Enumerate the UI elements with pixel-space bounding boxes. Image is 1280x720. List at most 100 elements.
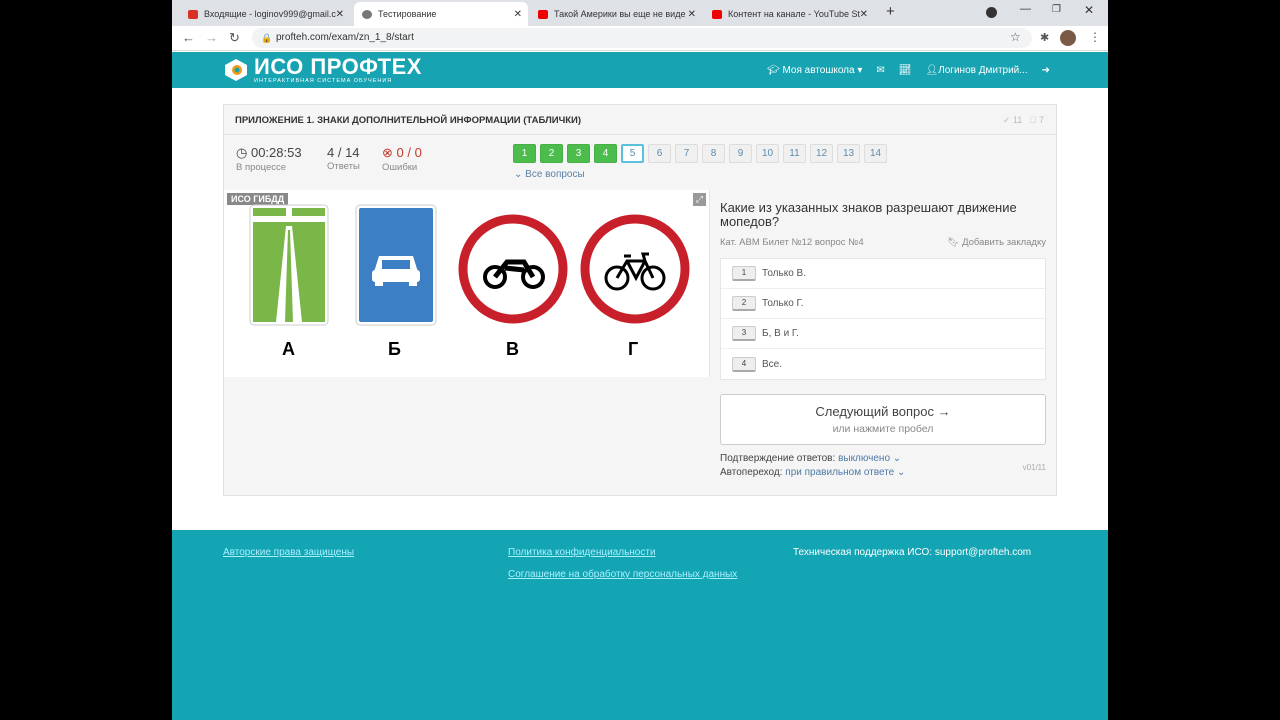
confirm-dropdown[interactable]: выключено ⌄ [838,453,901,464]
confirm-setting: Подтверждение ответов: выключено ⌄ [720,453,1046,464]
answer-option[interactable]: 1 Только В. [721,259,1045,289]
question-number-button[interactable]: 3 [567,144,590,163]
tab-testing[interactable]: Тестирование ✕ [354,2,528,26]
answer-list: 1 Только В. 2 Только Г. 3 Б, В и Г. 4 Все. [720,258,1046,380]
blocked-count: 7 [1038,115,1044,125]
question-number-button[interactable]: 4 [594,144,617,163]
graduation-cap-icon: 🎓︎ [766,64,780,76]
tab-youtube-1[interactable]: Такой Америки вы еще не виде ✕ [530,2,702,26]
bookmark-label: Добавить закладку [962,237,1046,248]
answer-option[interactable]: 3 Б, В и Г. [721,319,1045,349]
question-number-button[interactable]: 14 [864,144,887,163]
sign-label-v: В [506,339,519,359]
error-icon: ⊗ [382,145,393,160]
tab-bar: Входящие - loginov999@gmail.c ✕ Тестирова… [172,0,1108,26]
answers-label: Ответы [327,161,360,172]
logo[interactable]: ИСО ПРОФТЕХ ИНТЕРАКТИВНАЯ СИСТЕМА ОБУЧЕНИ… [224,56,422,84]
bookmark-star-icon[interactable]: ☆ [1010,30,1021,44]
tab-youtube-2[interactable]: Контент на канале - YouTube St ✕ [704,2,874,26]
answer-text: Только Г. [762,298,804,309]
address-bar-row: ← → ↻ 🔒 profteh.com/exam/zn_1_8/start ☆ ✱… [172,26,1108,51]
extensions-icon[interactable]: ✱ [1040,31,1049,44]
profile-avatar[interactable] [1060,30,1076,46]
question-number-button[interactable]: 1 [513,144,536,163]
question-number-button[interactable]: 11 [783,144,806,163]
question-number-button[interactable]: 7 [675,144,698,163]
question-number-button[interactable]: 10 [756,144,779,163]
exam-title: ПРИЛОЖЕНИЕ 1. ЗНАКИ ДОПОЛНИТЕЛЬНОЙ ИНФОР… [224,105,1056,135]
user-name: Логинов Дмитрий... [938,64,1028,76]
logout-icon[interactable]: ➜ [1042,65,1050,76]
timer-value: 00:28:53 [250,145,302,160]
correct-count: 11 [1012,115,1023,125]
exam-counts: ✓ 11 ⃠ 7 [1002,115,1044,125]
menu-icon[interactable]: ⋮ [1089,30,1101,44]
errors-label: Ошибки [382,162,418,173]
question-image: ИСО ГИБДД ⤢ А Б В Г [224,190,710,377]
auto-dropdown[interactable]: при правильном ответе ⌄ [785,467,905,478]
answer-option[interactable]: 4 Все. [721,349,1045,379]
privacy-link[interactable]: Политика конфиденциальности [508,547,656,558]
errors-value: 0 / 0 [396,145,422,160]
sign-no-bicycles [580,214,690,324]
back-icon[interactable]: ← [182,30,195,45]
answer-key: 2 [732,296,756,311]
tab-gmail[interactable]: Входящие - loginov999@gmail.c ✕ [180,2,350,26]
site-footer: Авторские права защищены Политика конфид… [172,530,1108,720]
close-window-button[interactable]: ✕ [1084,3,1094,17]
question-number-button[interactable]: 12 [810,144,833,163]
close-tab-icon[interactable]: ✕ [688,9,696,20]
stats-chart-icon[interactable]: 📈︎ [899,65,912,76]
answer-key: 4 [732,356,756,372]
school-menu-label: Моя автошкола [782,64,855,76]
tab-search-icon[interactable] [986,7,997,18]
lock-icon: 🔒 [261,33,273,43]
minimize-button[interactable]: — [1020,3,1031,15]
sign-label-b: Б [388,339,401,359]
next-question-button[interactable]: Следующий вопрос → или нажмите пробел [720,394,1046,445]
site-header: ИСО ПРОФТЕХ ИНТЕРАКТИВНАЯ СИСТЕМА ОБУЧЕНИ… [172,52,1108,88]
question-number-button[interactable]: 6 [648,144,671,163]
close-tab-icon[interactable]: ✕ [336,9,344,20]
logo-icon [225,59,247,81]
my-school-menu[interactable]: 🎓︎ Моя автошкола ▾ [767,65,862,76]
user-icon: 👤︎ [925,64,939,76]
question-navigator: 1 2 3 4 5 6 7 8 9 10 11 12 13 14 [513,144,887,163]
question-meta: Кат. ABM Билет №12 вопрос №4 [720,237,864,248]
url-text: profteh.com/exam/zn_1_8/start [276,32,414,43]
version-label: v01/11 [1022,463,1046,472]
forward-icon[interactable]: → [205,30,218,45]
confirm-value: выключено [838,453,891,464]
add-bookmark-link[interactable]: 🔖︎ Добавить закладку [947,237,1046,248]
tab-title: Контент на канале - YouTube St [728,9,861,19]
answer-text: Только В. [762,268,806,279]
question-number-button[interactable]: 5 [621,144,644,163]
youtube-icon [538,9,548,19]
all-questions-toggle[interactable]: ⌄ Все вопросы [514,169,585,180]
url-input[interactable]: 🔒 profteh.com/exam/zn_1_8/start [252,28,1032,48]
logo-title: ИСО ПРОФТЕХ [254,54,422,79]
question-number-button[interactable]: 2 [540,144,563,163]
question-text: Какие из указанных знаков разрешают движ… [720,200,1017,229]
timer-stat: ◷ 00:28:53 В процессе [236,145,302,173]
answer-text: Б, В и Г. [762,328,799,339]
answer-text: Все. [762,358,783,370]
answer-option[interactable]: 2 Только Г. [721,289,1045,319]
consent-link[interactable]: Соглашение на обработку персональных дан… [508,569,737,580]
user-menu[interactable]: 👤︎Логинов Дмитрий... [925,65,1027,76]
copyright-link[interactable]: Авторские права защищены [223,547,354,558]
question-number-button[interactable]: 9 [729,144,752,163]
auto-value: при правильном ответе [785,467,895,478]
question-number-button[interactable]: 8 [702,144,725,163]
tab-title: Тестирование [378,9,437,19]
close-tab-icon[interactable]: ✕ [514,9,522,20]
question-number-button[interactable]: 13 [837,144,860,163]
errors-stat: ⊗ 0 / 0 Ошибки [382,145,422,173]
restore-button[interactable]: ❐ [1052,4,1061,15]
mail-icon[interactable]: ✉ [876,65,884,76]
reload-icon[interactable]: ↻ [229,30,240,46]
close-tab-icon[interactable]: ✕ [860,9,868,20]
new-tab-button[interactable]: + [886,3,895,20]
exam-panel: ПРИЛОЖЕНИЕ 1. ЗНАКИ ДОПОЛНИТЕЛЬНОЙ ИНФОР… [223,104,1057,496]
next-label: Следующий вопрос → [815,404,951,419]
